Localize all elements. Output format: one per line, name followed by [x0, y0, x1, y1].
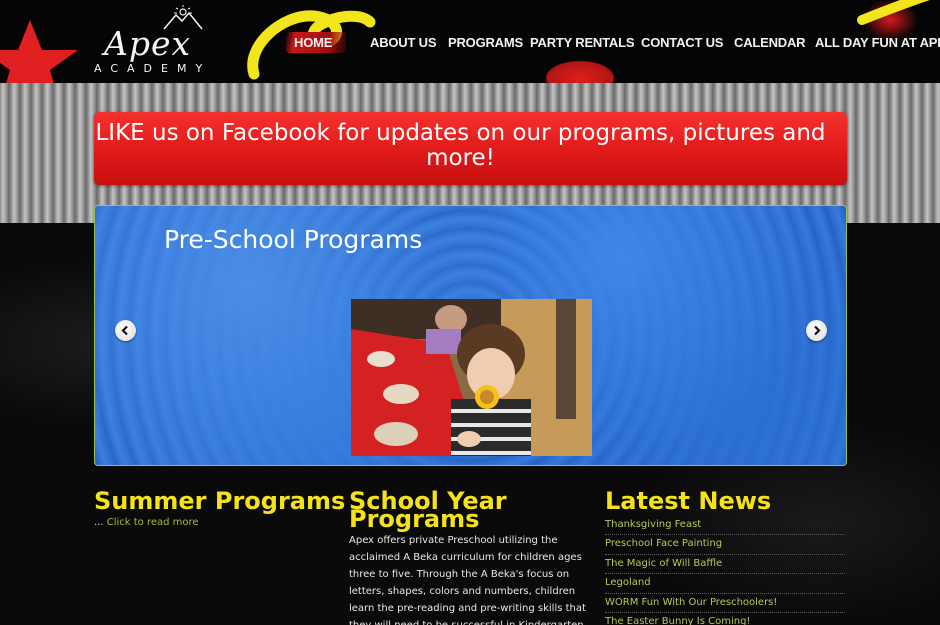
- read-more-ellipsis: ...: [94, 517, 104, 528]
- chevron-left-icon: [121, 325, 128, 336]
- latest-news-heading: Latest News: [605, 487, 772, 515]
- nav-item-about-us[interactable]: ABOUT US: [370, 32, 436, 50]
- nav-item-all-day-fun[interactable]: ALL DAY FUN AT APEX!: [815, 32, 940, 50]
- slider-prev-button[interactable]: [115, 320, 136, 341]
- school-year-body: Apex offers private Preschool utilizing …: [349, 535, 587, 625]
- news-item[interactable]: The Easter Bunny Is Coming!: [605, 613, 845, 625]
- facebook-banner[interactable]: LIKE us on Facebook for updates on our p…: [94, 112, 847, 185]
- news-item[interactable]: Thanksgiving Feast: [605, 516, 845, 536]
- school-year-heading-line2: Programs: [349, 505, 480, 533]
- news-item[interactable]: Preschool Face Painting: [605, 535, 845, 555]
- nav-item-home[interactable]: HOME: [286, 32, 347, 53]
- news-item[interactable]: WORM Fun With Our Preschoolers!: [605, 594, 845, 613]
- read-more-link[interactable]: Click to read more: [107, 517, 199, 528]
- slide-photo-child-magnifier: [351, 299, 592, 456]
- site-header: Apex ACADEMY HOME ABOUT US PROGRAMS PART…: [0, 0, 940, 83]
- main-nav: HOME ABOUT US PROGRAMS PARTY RENTALS CON…: [0, 32, 940, 54]
- slider-next-button[interactable]: [806, 320, 827, 341]
- summer-programs-heading: Summer Programs: [94, 487, 346, 515]
- program-slider: Pre-School Programs: [94, 205, 847, 466]
- nav-item-contact-us[interactable]: CONTACT US: [641, 32, 723, 50]
- summer-read-more: ... Click to read more: [94, 517, 199, 528]
- yellow-stroke-decoration: [857, 0, 930, 25]
- news-list: Thanksgiving Feast Preschool Face Painti…: [605, 516, 845, 625]
- slide-title: Pre-School Programs: [164, 225, 423, 254]
- nav-item-party-rentals[interactable]: PARTY RENTALS: [530, 32, 634, 50]
- news-item[interactable]: The Magic of Will Baffle: [605, 555, 845, 575]
- nav-item-calendar[interactable]: CALENDAR: [734, 32, 806, 50]
- nav-item-programs[interactable]: PROGRAMS: [448, 32, 523, 50]
- news-item[interactable]: Legoland: [605, 574, 845, 594]
- logo-subtitle: ACADEMY: [94, 62, 212, 75]
- chevron-right-icon: [814, 325, 821, 336]
- facebook-banner-text: LIKE us on Facebook for updates on our p…: [95, 120, 826, 171]
